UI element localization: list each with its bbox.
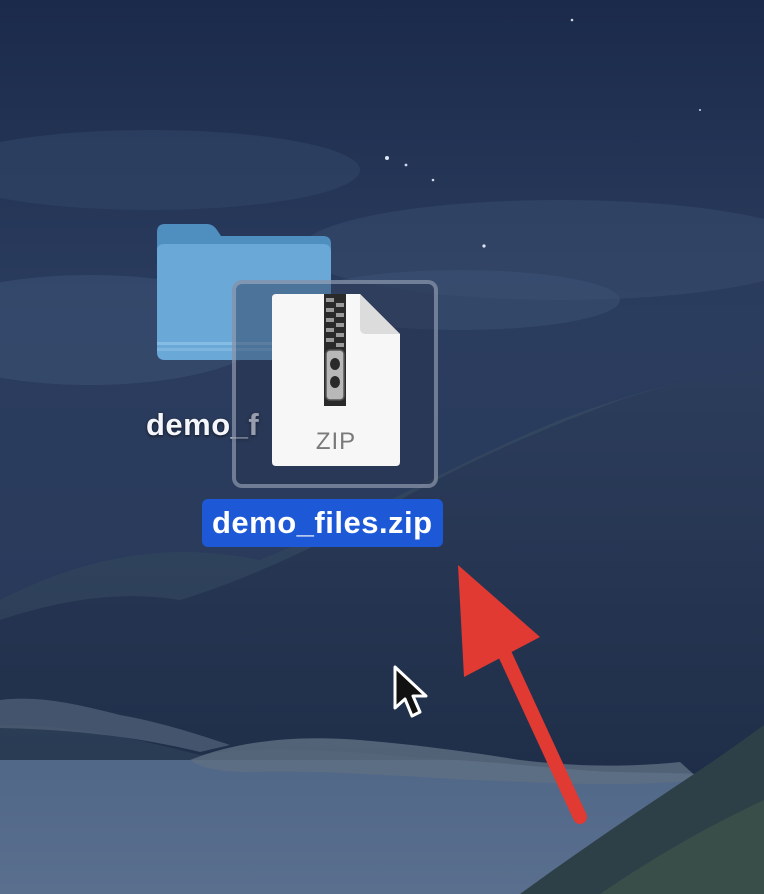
zip-file-name-label[interactable]: demo_files.zip [202, 499, 443, 547]
desktop[interactable]: demo_f ZIP demo_files.zip [0, 0, 764, 894]
pointer-cursor-icon [393, 665, 428, 718]
red-annotation-arrow [458, 565, 587, 824]
desktop-zip-file-item[interactable]: ZIP demo_files.zip [196, 280, 476, 550]
zip-icon-text: ZIP [315, 428, 357, 455]
